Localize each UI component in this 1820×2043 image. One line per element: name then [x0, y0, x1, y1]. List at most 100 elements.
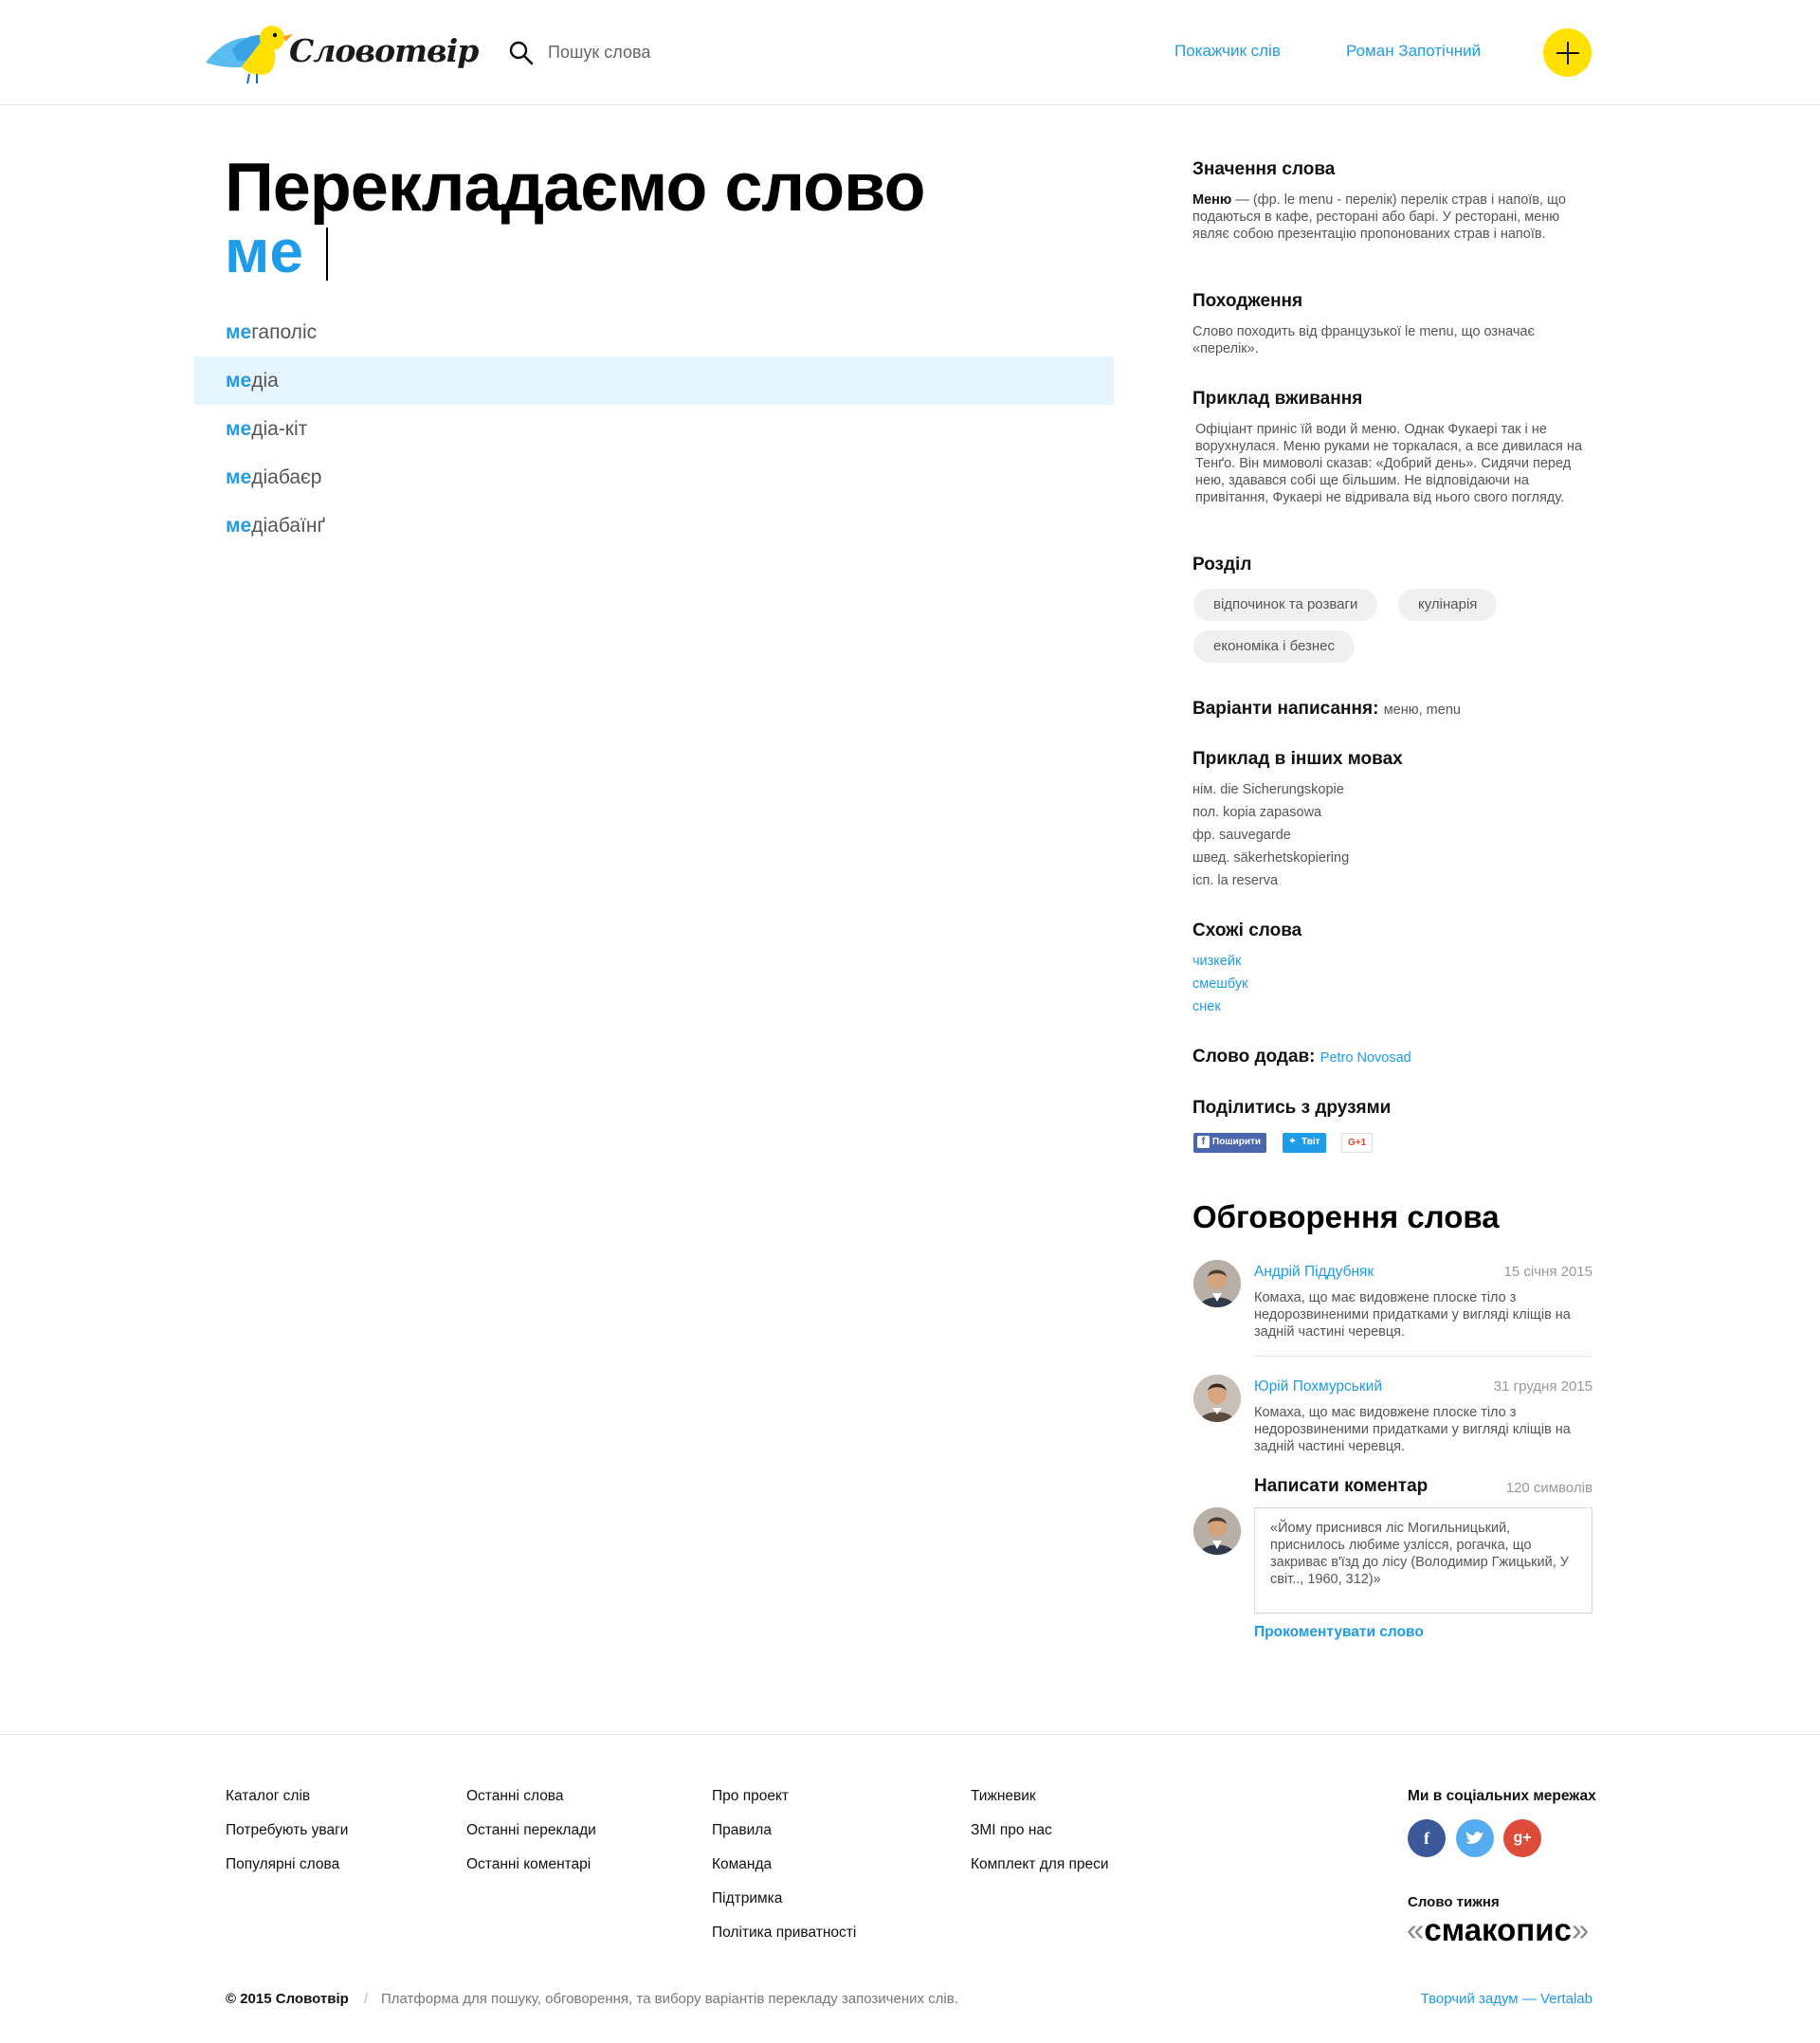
suggestion-rest: діа	[251, 370, 279, 392]
share-heading: Поділитись з друзями	[1192, 1098, 1392, 1118]
origin-text: Слово походить від французької le menu, …	[1192, 324, 1535, 356]
suggestion-item[interactable]: медіабаїнґ	[194, 502, 1114, 550]
twitter-share-button[interactable]: ✦ Твіт	[1283, 1133, 1326, 1153]
footer-link[interactable]: Останні переклади	[466, 1822, 596, 1839]
meaning-heading: Значення слова	[1192, 159, 1336, 179]
copyright: © 2015 Словотвір	[226, 1991, 349, 2007]
added-by-label: Слово додав:	[1192, 1047, 1316, 1067]
char-count: 120 символів	[1505, 1480, 1592, 1496]
language-example: фр. sauvegarde	[1192, 828, 1291, 843]
footer-separator: /	[364, 1991, 369, 2007]
comment-author-link[interactable]: Андрій Піддубняк	[1254, 1264, 1374, 1281]
facebook-share-button[interactable]: f Поширити	[1193, 1133, 1267, 1153]
search-input[interactable]	[548, 38, 832, 66]
footer-link[interactable]: Про проект	[712, 1788, 789, 1805]
similar-heading: Схожі слова	[1192, 921, 1302, 940]
suggestion-match: ме	[226, 515, 252, 537]
user-avatar-icon	[1193, 1507, 1241, 1555]
site-header: Словотвір Покажчик слів Роман Запотічний	[0, 0, 1820, 105]
word-of-week[interactable]: «смакопис»	[1407, 1912, 1589, 1948]
user-avatar-icon	[1193, 1375, 1241, 1422]
user-avatar-icon	[1193, 1260, 1241, 1307]
social-heading: Ми в соціальних мережах	[1408, 1788, 1596, 1804]
avatar[interactable]	[1193, 1260, 1241, 1307]
facebook-share-label: Поширити	[1212, 1137, 1262, 1147]
credit-link[interactable]: Творчий задум — Vertalab	[1421, 1991, 1592, 2007]
meaning-definition: — (фр. le menu - перелік) перелік страв …	[1192, 192, 1566, 242]
usage-text: Офіціант приніс їй води й меню. Однак Фу…	[1195, 422, 1583, 505]
language-example: нім. die Sicherungskopie	[1192, 782, 1344, 797]
footer-link[interactable]: Команда	[712, 1856, 772, 1873]
logo-text[interactable]: Словотвір	[289, 32, 479, 69]
discussion-heading: Обговорення слова	[1192, 1199, 1500, 1234]
facebook-icon[interactable]: f	[1408, 1819, 1446, 1857]
footer-tagline: Платформа для пошуку, обговорення, та ви…	[381, 1991, 958, 2007]
comment-author-link[interactable]: Юрій Похмурський	[1254, 1378, 1382, 1395]
similar-word-link[interactable]: смешбук	[1192, 976, 1248, 992]
footer-link[interactable]: Підтримка	[712, 1890, 782, 1907]
open-quote-icon: «	[1407, 1912, 1425, 1947]
suggestion-match: ме	[226, 370, 252, 392]
footer-link[interactable]: Правила	[712, 1822, 772, 1839]
nav-link-user-profile[interactable]: Роман Запотічний	[1346, 42, 1481, 61]
meaning-text: Меню — (фр. le menu - перелік) перелік с…	[1192, 192, 1581, 243]
suggestion-match: ме	[226, 321, 252, 343]
add-word-button[interactable]	[1543, 28, 1592, 77]
page-title: Перекладаємо слово	[225, 150, 925, 226]
submit-comment-link[interactable]: Прокоментувати слово	[1254, 1624, 1424, 1641]
footer-link[interactable]: Останні слова	[466, 1788, 564, 1805]
added-by-row: Слово додав: Petro Novosad	[1192, 1047, 1411, 1067]
footer-link[interactable]: Популярні слова	[226, 1856, 339, 1873]
suggestion-rest: діа-кіт	[251, 418, 308, 440]
footer-link[interactable]: Комплект для преси	[971, 1856, 1109, 1873]
tag-culinary[interactable]: кулінарія	[1398, 589, 1498, 621]
gplus-icon[interactable]: g+	[1503, 1819, 1541, 1857]
facebook-icon: f	[1197, 1136, 1210, 1148]
current-user-avatar	[1193, 1507, 1241, 1555]
footer-link[interactable]: Каталог слів	[226, 1788, 310, 1805]
comment-textarea[interactable]: «Йому приснився ліс Могильницький, присн…	[1254, 1507, 1592, 1614]
languages-heading: Приклад в інших мовах	[1192, 749, 1403, 769]
suggestion-item[interactable]: мегаполіс	[194, 308, 1114, 356]
avatar[interactable]	[1193, 1375, 1241, 1422]
twitter-bird-icon	[1465, 1832, 1483, 1844]
footer-link[interactable]: ЗМІ про нас	[971, 1822, 1052, 1839]
variants-row: Варіанти написання: меню, menu	[1192, 699, 1461, 720]
footer-link[interactable]: Тижневик	[971, 1788, 1036, 1805]
search-icon[interactable]	[508, 40, 535, 66]
comment-divider	[1254, 1356, 1592, 1357]
suggestion-item-active[interactable]: медіа	[194, 356, 1114, 405]
twitter-icon[interactable]	[1456, 1819, 1494, 1857]
added-by-user-link[interactable]: Petro Novosad	[1320, 1050, 1411, 1066]
tag-leisure[interactable]: відпочинок та розваги	[1193, 589, 1378, 621]
comment-text: Комаха, що має видовжене плоске тіло з н…	[1254, 1290, 1571, 1340]
comment-date: 15 січня 2015	[1503, 1264, 1592, 1280]
gplus-share-button[interactable]: G+1	[1341, 1133, 1374, 1153]
write-comment-heading: Написати коментар	[1254, 1476, 1429, 1496]
text-cursor	[326, 228, 328, 281]
footer-link[interactable]: Політика приватності	[712, 1924, 856, 1942]
language-example: швед. säkerhetskopiering	[1192, 850, 1350, 866]
suggestion-rest: діабаєр	[251, 466, 322, 488]
twitter-icon: ✦	[1287, 1136, 1298, 1147]
similar-word-link[interactable]: снек	[1192, 999, 1221, 1014]
gplus-share-label: G+1	[1348, 1138, 1367, 1148]
language-example: ісп. la reserva	[1192, 873, 1279, 888]
query-display[interactable]: ме	[225, 217, 328, 285]
tag-economy[interactable]: економіка і безнес	[1193, 630, 1356, 663]
nav-link-word-index[interactable]: Покажчик слів	[1174, 42, 1281, 61]
word-of-week-label: Слово тижня	[1408, 1894, 1500, 1910]
query-text: ме	[225, 217, 303, 285]
suggestion-item[interactable]: медіабаєр	[194, 453, 1114, 502]
similar-word-link[interactable]: чизкейк	[1192, 954, 1241, 969]
variants-text: меню, menu	[1383, 702, 1461, 718]
suggestion-match: ме	[226, 418, 252, 440]
suggestion-item[interactable]: медіа-кіт	[194, 405, 1114, 453]
variants-heading: Варіанти написання:	[1192, 699, 1379, 719]
comment-date: 31 грудня 2015	[1493, 1378, 1592, 1395]
suggestion-match: ме	[226, 466, 252, 488]
footer-link[interactable]: Останні коментарі	[466, 1856, 591, 1873]
meaning-word: Меню	[1192, 192, 1232, 208]
suggestion-rest: діабаїнґ	[251, 515, 326, 537]
footer-link[interactable]: Потребують уваги	[226, 1822, 348, 1839]
